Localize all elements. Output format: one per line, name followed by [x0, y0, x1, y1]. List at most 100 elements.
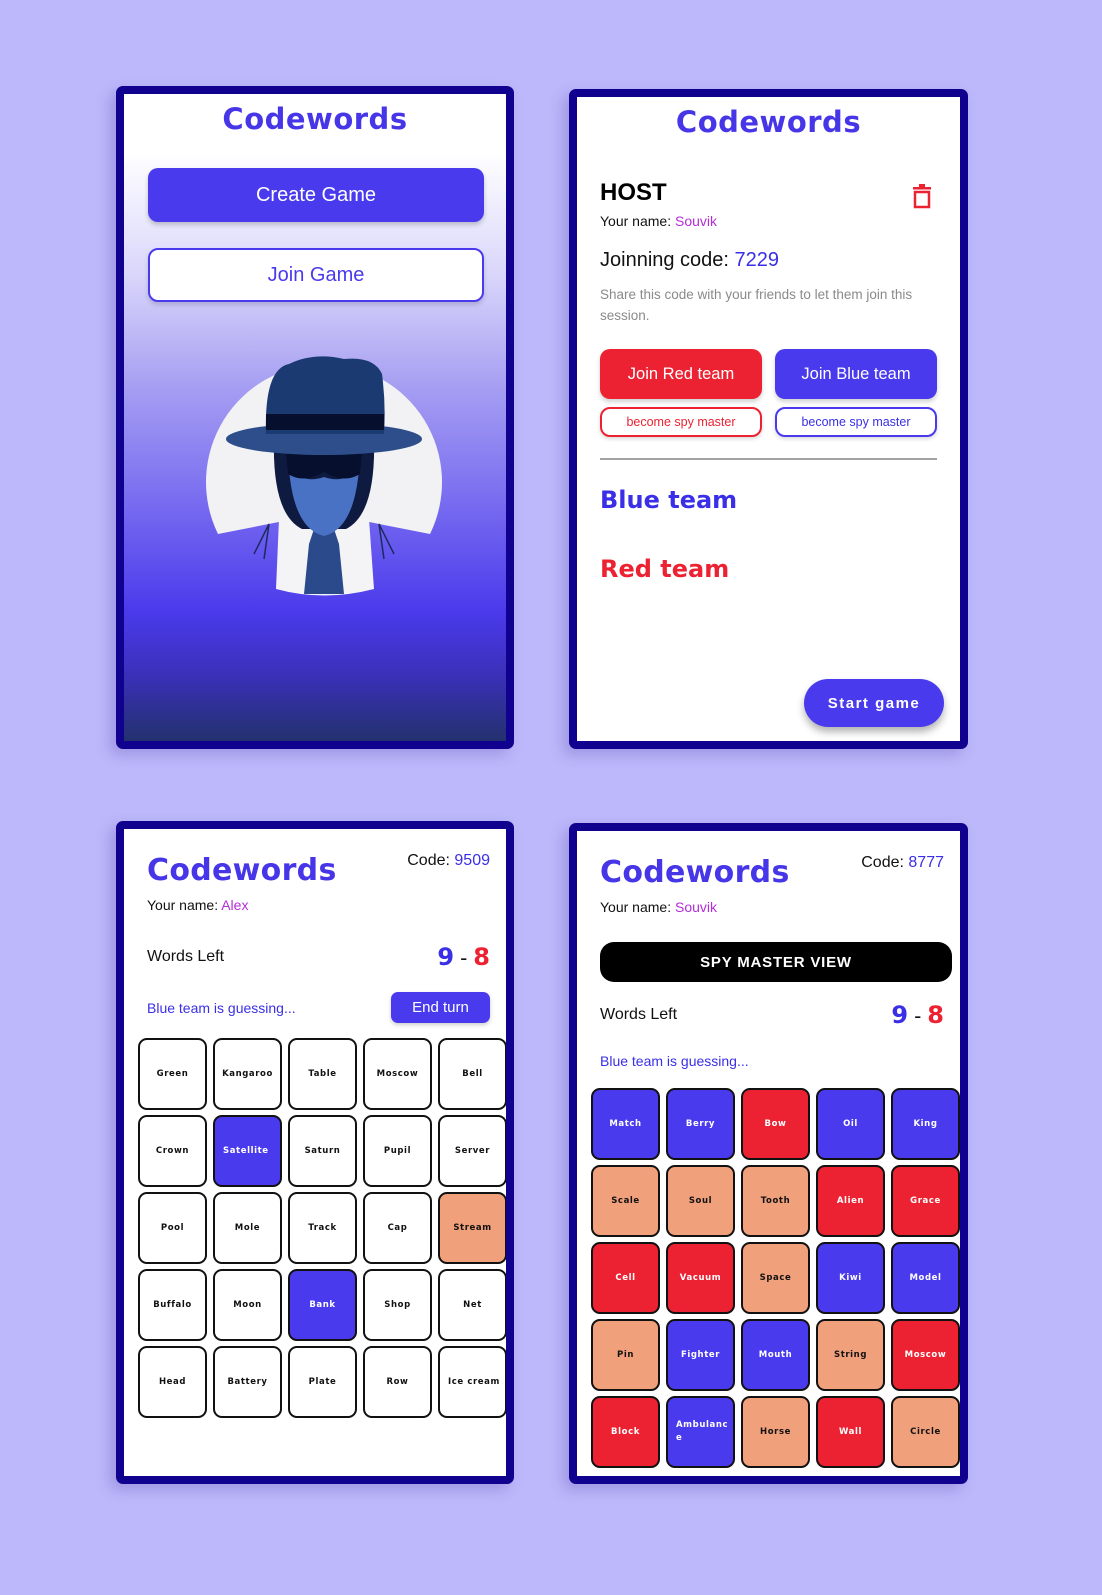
player-game-screen: Codewords Code: 9509 Your name: Alex Wor… — [116, 821, 514, 1484]
word-card[interactable]: Kiwi — [816, 1242, 885, 1314]
word-card[interactable]: Fighter — [666, 1319, 735, 1391]
word-card[interactable]: Stream — [438, 1192, 506, 1264]
game-code: Code: 8777 — [861, 854, 944, 872]
share-note: Share this code with your friends to let… — [600, 287, 913, 323]
create-game-button[interactable]: Create Game — [148, 168, 484, 222]
name-label: Your name: — [600, 213, 672, 229]
end-turn-button[interactable]: End turn — [391, 992, 490, 1023]
word-card[interactable]: Cell — [591, 1242, 660, 1314]
name-value: Souvik — [674, 899, 718, 915]
blue-spy-master-button[interactable]: become spy master — [775, 407, 937, 437]
word-card[interactable]: Buffalo — [138, 1269, 207, 1341]
score: 9-8 — [891, 1001, 944, 1029]
word-card[interactable]: King — [891, 1088, 960, 1160]
red-team-column: Join Red team become spy master — [600, 349, 762, 437]
word-card[interactable]: Bell — [438, 1038, 506, 1110]
word-card[interactable]: Moscow — [363, 1038, 432, 1110]
word-card[interactable]: Net — [438, 1269, 506, 1341]
word-card[interactable]: Saturn — [288, 1115, 357, 1187]
word-card[interactable]: Kangaroo — [213, 1038, 282, 1110]
app-title: Codewords — [222, 102, 408, 136]
trash-icon[interactable] — [911, 183, 933, 209]
join-game-button[interactable]: Join Game — [148, 248, 484, 302]
word-card[interactable]: Alien — [816, 1165, 885, 1237]
code-value: 8777 — [908, 854, 944, 871]
word-card[interactable]: Satellite — [213, 1115, 282, 1187]
words-left-label: Words Left — [600, 1006, 678, 1023]
start-game-button[interactable]: Start game — [804, 679, 944, 727]
word-card[interactable]: Circle — [891, 1396, 960, 1468]
home-screen: Codewords Create Game Join Game — [116, 86, 514, 749]
word-card[interactable]: Block — [591, 1396, 660, 1468]
word-card[interactable]: Grace — [891, 1165, 960, 1237]
red-words-left: 8 — [473, 943, 490, 971]
word-card[interactable]: Ice cream — [438, 1346, 506, 1418]
word-grid: Match Berry Bow Oil King Scale Soul Tooth Alien G… — [591, 1088, 960, 1468]
name-value: Souvik — [674, 213, 718, 229]
app-title: Codewords — [147, 853, 337, 888]
word-card[interactable]: Moon — [213, 1269, 282, 1341]
word-card[interactable]: Server — [438, 1115, 506, 1187]
word-card[interactable]: Ambulance — [666, 1396, 735, 1468]
blue-words-left: 9 — [891, 1001, 909, 1029]
word-card[interactable]: Tooth — [741, 1165, 810, 1237]
name-value: Alex — [221, 897, 249, 913]
word-card[interactable]: Pool — [138, 1192, 207, 1264]
word-card[interactable]: Green — [138, 1038, 207, 1110]
your-name-line: Your name: Souvik — [600, 899, 717, 915]
word-card[interactable]: Cap — [363, 1192, 432, 1264]
lobby-screen: Codewords HOST Your name: Souvik Joinnin… — [569, 89, 968, 749]
word-card[interactable]: Crown — [138, 1115, 207, 1187]
name-label: Your name: — [147, 897, 219, 913]
word-card[interactable]: Head — [138, 1346, 207, 1418]
word-card[interactable]: Row — [363, 1346, 432, 1418]
word-card[interactable]: Vacuum — [666, 1242, 735, 1314]
app-title: Codewords — [675, 105, 862, 139]
status-row: Blue team is guessing... End turn — [147, 992, 490, 1023]
words-left-row: Words Left 9-8 — [147, 943, 490, 971]
host-info: HOST Your name: Souvik Joinning code: 72… — [600, 179, 937, 326]
name-label: Your name: — [600, 899, 672, 915]
word-card[interactable]: Mouth — [741, 1319, 810, 1391]
word-card[interactable]: Soul — [666, 1165, 735, 1237]
word-card[interactable]: Berry — [666, 1088, 735, 1160]
score-separator: - — [460, 946, 468, 970]
word-card[interactable]: Mole — [213, 1192, 282, 1264]
word-card[interactable]: Plate — [288, 1346, 357, 1418]
word-card[interactable]: Space — [741, 1242, 810, 1314]
code-label: Code: — [861, 854, 904, 871]
word-card[interactable]: Shop — [363, 1269, 432, 1341]
word-card[interactable]: Bank — [288, 1269, 357, 1341]
spymaster-game-screen: Codewords Code: 8777 Your name: Souvik S… — [569, 823, 968, 1484]
app-title: Codewords — [600, 855, 790, 890]
word-card[interactable]: Horse — [741, 1396, 810, 1468]
word-card[interactable]: Wall — [816, 1396, 885, 1468]
red-spy-master-button[interactable]: become spy master — [600, 407, 762, 437]
word-card[interactable]: Pin — [591, 1319, 660, 1391]
word-card[interactable]: Battery — [213, 1346, 282, 1418]
blue-words-left: 9 — [437, 943, 455, 971]
join-red-team-button[interactable]: Join Red team — [600, 349, 762, 399]
word-card[interactable]: Oil — [816, 1088, 885, 1160]
spy-master-view-banner: SPY MASTER VIEW — [600, 942, 952, 982]
blue-team-heading: Blue team — [600, 486, 738, 514]
code-label: Code: — [407, 852, 450, 869]
word-card[interactable]: Scale — [591, 1165, 660, 1237]
join-blue-team-button[interactable]: Join Blue team — [775, 349, 937, 399]
word-card[interactable]: Pupil — [363, 1115, 432, 1187]
words-left-label: Words Left — [147, 948, 225, 965]
word-card[interactable]: Bow — [741, 1088, 810, 1160]
word-card[interactable]: Model — [891, 1242, 960, 1314]
blue-team-column: Join Blue team become spy master — [775, 349, 937, 437]
word-card[interactable]: String — [816, 1319, 885, 1391]
word-card[interactable]: Track — [288, 1192, 357, 1264]
divider — [600, 458, 937, 460]
turn-status: Blue team is guessing... — [147, 999, 296, 1016]
score-separator: - — [914, 1004, 922, 1028]
word-card[interactable]: Moscow — [891, 1319, 960, 1391]
turn-status: Blue team is guessing... — [600, 1053, 749, 1069]
word-card[interactable]: Match — [591, 1088, 660, 1160]
code-value: 7229 — [734, 249, 780, 271]
your-name-line: Your name: Souvik — [600, 213, 937, 229]
word-card[interactable]: Table — [288, 1038, 357, 1110]
